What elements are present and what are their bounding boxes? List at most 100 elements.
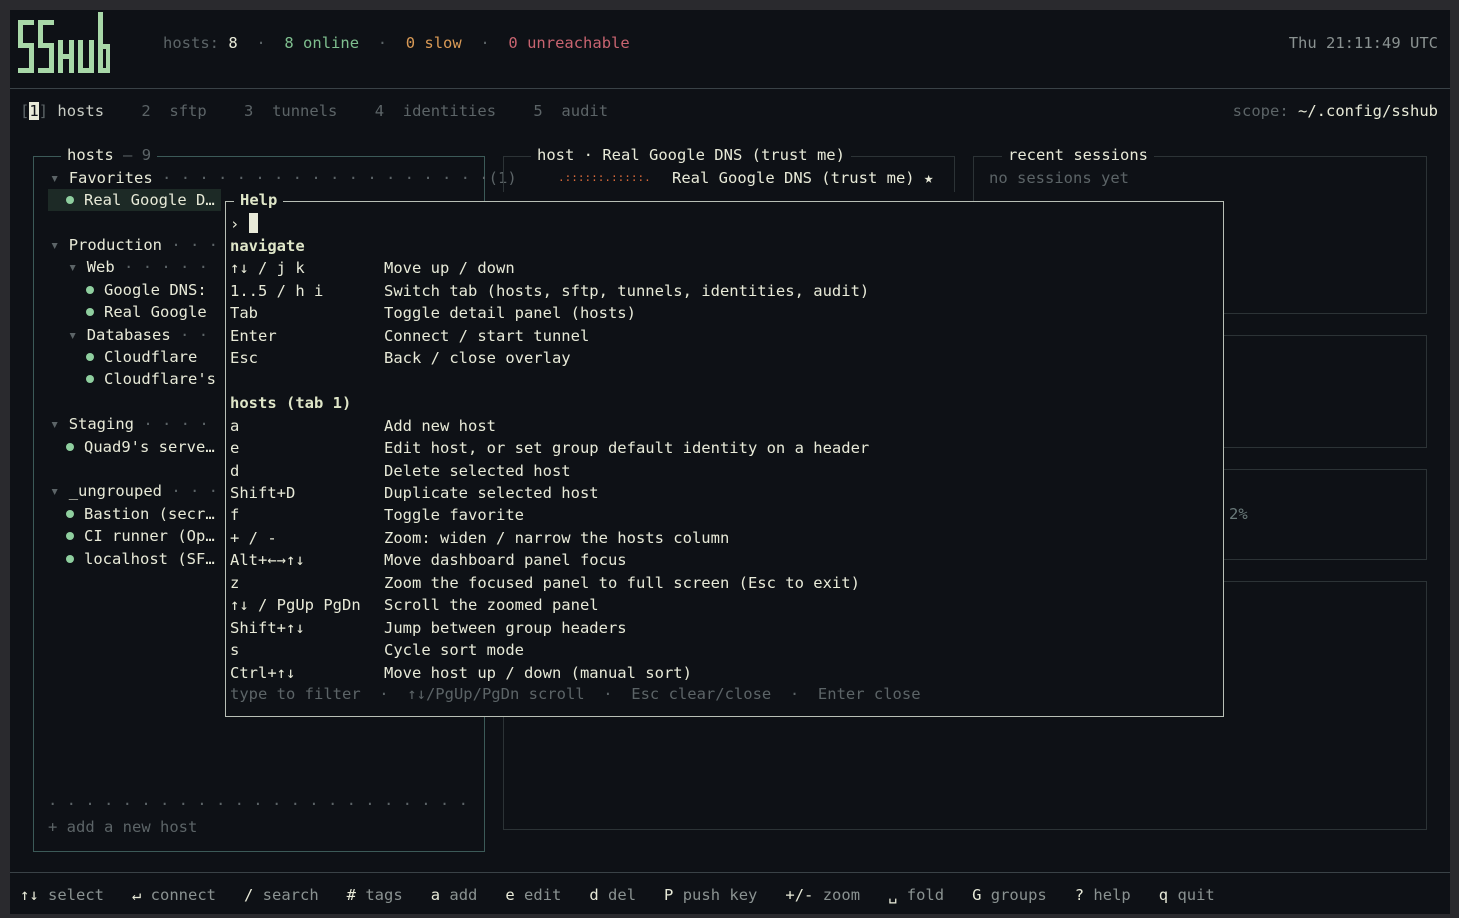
dashboard-panel [1223, 469, 1427, 560]
text-cursor [248, 213, 258, 233]
help-desc: Toggle detail panel (hosts) [384, 304, 636, 323]
help-desc: Zoom: widen / narrow the hosts column [384, 528, 730, 547]
keybind-key: / [244, 886, 254, 904]
help-hint: type to filter · ↑↓/PgUp/PgDn scroll · E… [230, 685, 921, 703]
help-desc: Connect / start tunnel [384, 326, 590, 345]
help-row: e Edit host, or set group default identit… [230, 437, 869, 459]
help-overlay: Help › navigate ↑↓ / j k Move up / down 1..… [225, 190, 1224, 717]
help-row: + / - Zoom: widen / narrow the hosts colu… [230, 527, 729, 549]
group-header-databases[interactable]: ▾ Databases · · [68, 324, 208, 346]
status-dot [66, 443, 74, 451]
status-dot [86, 286, 94, 294]
keybind-label: zoom [813, 886, 861, 904]
footer-keybind-help: ? help [1075, 886, 1131, 904]
help-desc: Cycle sort mode [384, 641, 524, 660]
tab-tunnels[interactable]: 3 tunnels [244, 102, 337, 120]
keybind-label: search [253, 886, 319, 904]
help-key: d [230, 461, 240, 480]
help-key: Shift+D [230, 483, 296, 502]
hosts-label: hosts: [163, 34, 219, 52]
help-key: Shift+↑↓ [230, 618, 305, 637]
footer-keybind-search: / search [244, 886, 319, 904]
separator: · [377, 34, 388, 52]
tab-sftp[interactable]: 2 sftp [141, 102, 206, 120]
keybind-key: d [589, 886, 599, 904]
host-item[interactable]: Google DNS: [86, 279, 207, 301]
keybind-label: select [38, 886, 104, 904]
footer-keybind-tags: # tags [347, 886, 403, 904]
keybind-label: edit [514, 886, 562, 904]
footer-keybind-groups: G groups [972, 886, 1047, 904]
keybind-label: connect [141, 886, 216, 904]
keybind-label: quit [1168, 886, 1215, 904]
status-dot [66, 510, 74, 518]
terminal-window: hosts: 8 · 8 online · 0 slow · 0 unreach… [10, 10, 1450, 914]
footer-keybind-add: a add [431, 886, 478, 904]
help-key: Esc [230, 349, 258, 368]
host-item[interactable]: Cloudflare's [86, 368, 216, 390]
unreachable-count: 0 unreachable [508, 34, 630, 52]
help-desc: Zoom the focused panel to full screen (E… [384, 573, 860, 592]
help-row: Enter Connect / start tunnel [230, 325, 589, 347]
group-header-staging[interactable]: ▾ Staging · · · · [50, 413, 209, 435]
group-header-favorites[interactable]: ▾ Favorites · · · · · · · · · · · · · · … [50, 167, 517, 189]
help-key: Alt+←→↑↓ [230, 551, 305, 570]
header-stats: hosts: 8 · 8 online · 0 slow · 0 unreach… [163, 32, 630, 54]
header-divider [10, 88, 1450, 89]
status-dot [66, 555, 74, 563]
help-desc: Back / close overlay [384, 349, 571, 368]
help-desc: Add new host [384, 416, 496, 435]
sshub-logo [18, 12, 110, 73]
host-item[interactable]: CI runner (Op… [66, 525, 215, 547]
group-header-ungrouped[interactable]: ▾ _ungrouped · · · [50, 480, 218, 502]
footer-keybind-fold: ␣ fold [888, 886, 944, 904]
group-header-production[interactable]: ▾ Production · · · [50, 234, 218, 256]
help-row: z Zoom the focused panel to full screen (… [230, 572, 860, 594]
help-desc: Move dashboard panel focus [384, 551, 627, 570]
add-host-button[interactable]: + add a new host [48, 816, 197, 838]
keybind-label: tags [356, 886, 403, 904]
no-sessions-text: no sessions yet [989, 169, 1129, 187]
host-item[interactable]: Real Google [86, 301, 207, 323]
help-row: Ctrl+↑↓ Move host up / down (manual sort) [230, 662, 692, 684]
keybind-key: ? [1074, 886, 1085, 904]
help-row: Alt+←→↑↓ Move dashboard panel focus [230, 549, 627, 571]
hosts-panel-title: hosts — 9 [61, 145, 158, 165]
help-key: s [230, 641, 240, 660]
help-row: Esc Back / close overlay [230, 347, 571, 369]
host-item[interactable]: Real Google D… [48, 189, 221, 211]
tab-hosts[interactable]: [1] hosts [20, 102, 104, 120]
host-item[interactable]: localhost (SF… [66, 548, 215, 570]
help-desc: Scroll the zoomed panel [384, 596, 599, 615]
tab-identities[interactable]: 4 identities [375, 102, 496, 120]
status-dot [66, 532, 74, 540]
group-header-web[interactable]: ▾ Web · · · · · [68, 256, 208, 278]
footer-keybind-connect: ↵ connect [132, 886, 216, 904]
help-filter-input[interactable]: › [230, 213, 258, 235]
keybind-label: help [1084, 886, 1131, 904]
keybind-label: add [440, 886, 478, 904]
help-row: Shift+D Duplicate selected host [230, 482, 599, 504]
tab-audit[interactable]: 5 audit [533, 102, 608, 120]
help-row: d Delete selected host [230, 460, 571, 482]
online-count: 8 online [284, 34, 360, 52]
keybind-key: # [346, 886, 357, 904]
help-section-heading: hosts (tab 1) [230, 394, 352, 413]
help-key: a [230, 416, 240, 435]
help-key: ↑↓ / PgUp PgDn [230, 596, 361, 615]
host-item[interactable]: Quad9's serve… [66, 436, 215, 458]
status-dot [66, 196, 74, 204]
scope-indicator: scope: ~/.config/sshub [1232, 102, 1438, 120]
help-desc: Edit host, or set group default identity… [384, 439, 870, 458]
footer-keybind-push-key: P push key [664, 886, 757, 904]
help-key: Ctrl+↑↓ [230, 663, 296, 682]
latency-sparkline: .::::::.:::::. [558, 171, 651, 184]
keybind-label: groups [981, 886, 1047, 904]
keybind-key: ␣ [888, 886, 898, 904]
hosts-count: 8 [228, 34, 238, 52]
host-item[interactable]: Cloudflare [86, 346, 197, 368]
footer-keybind-edit: e edit [505, 886, 561, 904]
host-name: Real Google DNS (trust me) ★ [672, 169, 934, 187]
host-item[interactable]: Bastion (secr… [66, 503, 215, 525]
help-desc: Jump between group headers [384, 618, 627, 637]
